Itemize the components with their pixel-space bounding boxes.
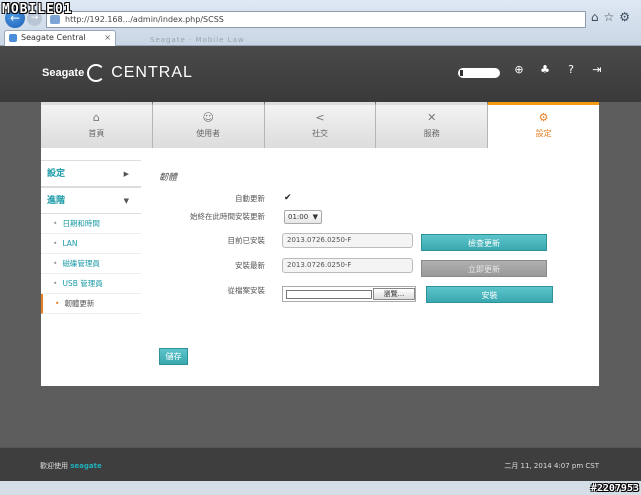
sidebar-settings-label: 設定 bbox=[47, 169, 66, 179]
globe-icon[interactable]: ⊕ bbox=[513, 64, 525, 76]
check-update-button[interactable]: 檢查更新 bbox=[421, 234, 547, 251]
home-browser-icon[interactable]: ⌂ bbox=[591, 10, 604, 24]
sidebar-item-firmware[interactable]: • 韌體更新 bbox=[41, 294, 141, 314]
tab-title: Seagate Central bbox=[21, 33, 86, 42]
tab-services[interactable]: ✕ 服務 bbox=[376, 102, 489, 148]
browser-status-bar bbox=[0, 481, 641, 495]
browser-chrome: ← → http://192.168.../admin/index.php/SC… bbox=[0, 0, 641, 46]
file-picker[interactable]: 瀏覽... bbox=[282, 286, 416, 302]
footer: 歡迎使用 seagate 二月 11, 2014 4:07 pm CST bbox=[0, 447, 641, 481]
dropdown-caret-icon: ▼ bbox=[312, 213, 318, 221]
auto-update-checkbox[interactable]: ✔ bbox=[284, 194, 293, 203]
watermark-bottom: #2207953 bbox=[590, 483, 639, 494]
tab-social[interactable]: < 社交 bbox=[264, 102, 377, 148]
tab-close-icon[interactable]: × bbox=[104, 31, 111, 45]
settings-gear-icon[interactable]: ⚙ bbox=[619, 10, 635, 24]
save-button[interactable]: 儲存 bbox=[159, 348, 188, 365]
tab-favicon-icon bbox=[9, 34, 17, 42]
install-update-button[interactable]: 立即更新 bbox=[421, 260, 547, 277]
address-bar[interactable]: http://192.168.../admin/index.php/SCSS bbox=[46, 11, 586, 28]
tab-users[interactable]: ☺ 使用者 bbox=[152, 102, 265, 148]
help-icon[interactable]: ? bbox=[565, 64, 577, 76]
install-time-label: 始終在此時間安裝更新 bbox=[190, 212, 265, 221]
storage-usage-bar bbox=[458, 68, 500, 78]
logout-icon[interactable]: ⇥ bbox=[591, 64, 603, 76]
file-path-input[interactable] bbox=[286, 290, 372, 299]
installed-label: 目前已安裝 bbox=[227, 236, 266, 245]
tab-settings-label: 設定 bbox=[535, 129, 552, 138]
app-header: Seagate CENTRAL ⊕ ♣ ? ⇥ bbox=[0, 46, 641, 102]
sidebar-item-label: 韌體更新 bbox=[64, 299, 95, 308]
content-panel: 設定 ▶ 進階 ▼ • 日期和時間 • LAN • 磁碟管理員 • USB 管理員 • 韌… bbox=[41, 148, 599, 386]
footer-datetime: 二月 11, 2014 4:07 pm CST bbox=[504, 462, 599, 470]
watermark-top: MOBILE01 bbox=[2, 2, 73, 17]
logo-word: Seagate bbox=[42, 67, 85, 79]
tab-services-label: 服務 bbox=[423, 129, 440, 138]
welcome-prefix: 歡迎使用 bbox=[40, 462, 68, 470]
tab-settings[interactable]: ⚙ 設定 bbox=[488, 102, 599, 148]
browse-button[interactable]: 瀏覽... bbox=[373, 288, 415, 300]
user-icon: ☺ bbox=[202, 111, 214, 124]
tab-home-label: 首頁 bbox=[88, 129, 105, 138]
install-time-select[interactable]: 01:00 ▼ bbox=[284, 210, 322, 224]
tab-social-label: 社交 bbox=[311, 129, 328, 138]
sidebar-settings[interactable]: 設定 ▶ bbox=[41, 160, 141, 187]
gears-icon: ⚙ bbox=[538, 111, 549, 124]
tab-home[interactable]: ⌂ 首頁 bbox=[41, 102, 153, 148]
product-name: CENTRAL bbox=[111, 64, 193, 81]
footer-welcome: 歡迎使用 seagate bbox=[40, 461, 102, 471]
tab-users-label: 使用者 bbox=[196, 129, 221, 138]
install-time-value: 01:00 bbox=[288, 213, 309, 221]
latest-label: 安裝最新 bbox=[235, 261, 265, 270]
seagate-swirl-icon bbox=[87, 64, 106, 82]
installed-version-field: 2013.0726.0250-F bbox=[282, 233, 413, 248]
browser-toolbar-icons: ⌂☆⚙ bbox=[591, 10, 635, 24]
background-tabs: Seagate · Mobile Law bbox=[150, 36, 245, 44]
from-file-label: 從檔案安裝 bbox=[227, 286, 266, 295]
latest-version-field: 2013.0726.0250-F bbox=[282, 258, 413, 273]
favorites-star-icon[interactable]: ☆ bbox=[603, 10, 619, 24]
header-icons: ⊕ ♣ ? ⇥ bbox=[513, 64, 603, 76]
section-title: 韌體 bbox=[159, 173, 178, 183]
share-icon: < bbox=[315, 111, 325, 124]
chevron-right-icon: ▶ bbox=[123, 170, 129, 178]
tools-icon: ✕ bbox=[427, 111, 437, 124]
browser-tab[interactable]: Seagate Central × bbox=[4, 30, 116, 46]
welcome-brand: seagate bbox=[70, 462, 102, 470]
network-icon[interactable]: ♣ bbox=[539, 64, 551, 76]
install-file-button[interactable]: 安裝 bbox=[426, 286, 553, 303]
seagate-logo: Seagate CENTRAL bbox=[42, 64, 193, 82]
auto-update-label: 自動更新 bbox=[235, 194, 265, 203]
bullet-icon: • bbox=[55, 299, 60, 308]
main-nav: ⌂ 首頁 ☺ 使用者 < 社交 ✕ 服務 ⚙ 設定 bbox=[41, 102, 599, 148]
home-icon: ⌂ bbox=[92, 111, 100, 124]
address-text: http://192.168.../admin/index.php/SCSS bbox=[65, 15, 224, 24]
